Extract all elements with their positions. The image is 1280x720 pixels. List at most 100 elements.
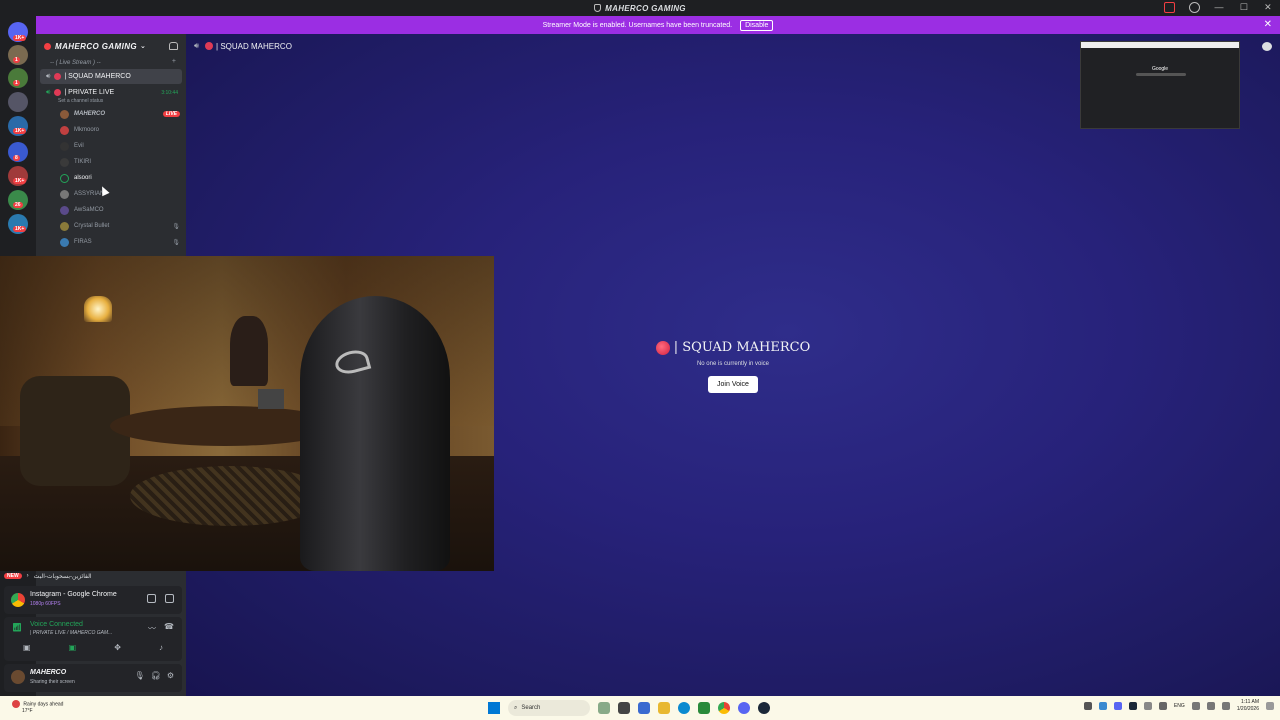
stream-quality: 1080p 60FPS [30, 601, 61, 607]
add-user-icon[interactable] [169, 42, 178, 50]
volume-icon[interactable] [1206, 702, 1215, 710]
person [230, 316, 268, 386]
system-tray: ENG 1:11 AM 1/20/2026 [1083, 699, 1274, 713]
avatar [60, 221, 69, 231]
category-header[interactable]: -- ( Live Stream ) -- + [36, 58, 186, 68]
microphone-icon[interactable]: 🎙︎ [135, 671, 145, 680]
titlebar-icons [1164, 2, 1200, 13]
steam-icon[interactable] [758, 702, 770, 714]
soundboard-icon[interactable]: ♪ [159, 643, 163, 652]
noise-suppression-icon[interactable]: 〰 [148, 623, 156, 634]
activities-icon[interactable]: ✥ [114, 643, 121, 652]
weather-widget[interactable]: Rainy days ahead 17°F [12, 700, 63, 715]
voice-user[interactable]: TIKIRI [36, 154, 186, 170]
discord-window: MAHERCO GAMING — ☐ ✕ 1K+ 1 1 1K+ 8 1K+ 2… [0, 0, 1280, 720]
channel-dot-icon [54, 89, 62, 96]
avatar [60, 157, 69, 167]
rail-badge: 1K+ [13, 35, 27, 41]
screen-share-icon[interactable]: ▣ [69, 643, 77, 652]
minimize-button[interactable]: — [1214, 2, 1223, 13]
wifi-icon[interactable] [1191, 702, 1200, 710]
voice-user[interactable]: AwSaMCO [36, 202, 186, 218]
taskbar-search[interactable]: ⌕ Search [508, 700, 590, 716]
tray-icon[interactable] [1143, 702, 1152, 710]
windows-start-icon[interactable] [488, 702, 500, 714]
new-channel-row[interactable]: NEW › الفائزين-بسحوبات-البث [0, 570, 186, 582]
new-channel-label: الفائزين-بسحوبات-البث [33, 573, 92, 580]
lamp [84, 296, 112, 322]
webcam-overlay [0, 256, 494, 571]
search-icon: ⌕ [514, 704, 518, 711]
avatar [60, 109, 69, 119]
notifications-icon[interactable] [1266, 702, 1274, 710]
language-indicator[interactable]: ENG [1174, 703, 1185, 709]
gear-icon[interactable]: ⚙ [167, 671, 174, 680]
voice-user[interactable]: ASSYRIAN [36, 186, 186, 202]
tray-icon[interactable] [1083, 702, 1092, 710]
server-name: MAHERCO GAMING [55, 41, 138, 51]
weather-icon [12, 700, 20, 708]
rail-badge: 1K+ [13, 178, 27, 184]
muted-icon: 🎙︎ [172, 239, 180, 246]
headphones-icon[interactable]: 🎧︎ [151, 671, 161, 680]
task-view-icon[interactable] [598, 702, 610, 714]
channel-private-live[interactable]: 🔊︎ | PRIVATE LIVE 3:10:44 [40, 85, 182, 100]
server-icon[interactable] [8, 92, 28, 112]
disconnect-icon[interactable]: ☎ [164, 622, 174, 631]
app-icon[interactable] [638, 702, 650, 714]
voice-user[interactable]: Evil [36, 138, 186, 154]
close-icon[interactable]: ✕ [1264, 19, 1272, 30]
server-shield-icon [594, 4, 602, 12]
channel-header: 🔊︎ | SQUAD MAHERCO [186, 34, 292, 58]
inbox-icon[interactable] [1164, 2, 1175, 13]
taskbar-clock[interactable]: 1:11 AM 1/20/2026 [1237, 699, 1259, 713]
close-window-button[interactable]: ✕ [1264, 2, 1272, 13]
avatar [60, 125, 69, 135]
voice-user[interactable]: Crystal Bullet 🎙︎ [36, 218, 186, 234]
user-status: Sharing their screen [30, 679, 75, 685]
voice-user[interactable]: Mkmooro [36, 122, 186, 138]
stop-stream-icon[interactable] [147, 594, 156, 603]
channel-dot-icon [205, 42, 214, 50]
maximize-button[interactable]: ☐ [1240, 2, 1248, 13]
user-panel: MAHERCO Sharing their screen 🎙︎ 🎧︎ ⚙ [4, 664, 182, 692]
new-badge: NEW [4, 573, 22, 579]
store-icon[interactable] [698, 702, 710, 714]
help-icon[interactable] [1189, 2, 1200, 13]
screen-preview[interactable]: Google [1080, 41, 1240, 129]
edge-icon[interactable] [678, 702, 690, 714]
stream-panel: Instagram - Google Chrome 1080p 60FPS [4, 586, 182, 614]
empty-voice-text: No one is currently in voice [696, 361, 770, 367]
file-explorer-icon[interactable] [658, 702, 670, 714]
add-channel-icon[interactable]: + [172, 58, 176, 65]
discord-icon[interactable] [738, 702, 750, 714]
voice-connection-panel: 📶︎ Voice Connected | PRIVATE LIVE / MAHE… [4, 617, 182, 661]
tray-icon[interactable] [1128, 702, 1137, 710]
channel-squad-maherco[interactable]: 🔊︎ | SQUAD MAHERCO [40, 69, 182, 84]
speaker-icon: 🔊︎ [46, 72, 51, 80]
channel-label: | SQUAD MAHERCO [64, 73, 131, 80]
tray-icon[interactable] [1158, 702, 1167, 710]
terminal-icon[interactable] [618, 702, 630, 714]
user-controls: 🎙︎ 🎧︎ ⚙ [135, 671, 174, 680]
stream-settings-icon[interactable] [165, 594, 174, 603]
battery-icon[interactable] [1221, 702, 1230, 710]
voice-channel-path[interactable]: | PRIVATE LIVE / MAHERCO GAM... [30, 630, 112, 636]
avatar[interactable] [11, 670, 25, 684]
join-voice-button[interactable]: Join Voice [708, 376, 758, 393]
camera-icon[interactable]: ▣ [23, 643, 31, 652]
voice-user[interactable]: FIRAS 🎙︎ [36, 234, 186, 250]
voice-connected-status[interactable]: Voice Connected [30, 621, 83, 628]
rail-badge: 8 [13, 155, 20, 161]
voice-user[interactable]: MAHERCO LIVE [36, 106, 186, 122]
chrome-icon[interactable] [718, 702, 730, 714]
gaming-chair [300, 296, 450, 571]
tray-icon[interactable] [1098, 702, 1107, 710]
disable-streamer-mode-button[interactable]: Disable [740, 19, 774, 31]
avatar [60, 205, 69, 215]
empty-voice-panel: | SQUAD MAHERCO No one is currently in v… [616, 340, 850, 393]
chat-icon[interactable] [1262, 42, 1272, 51]
server-header[interactable]: MAHERCO GAMING ⌄ [36, 34, 186, 58]
voice-user[interactable]: alsoori [36, 170, 186, 186]
tray-icon[interactable] [1113, 702, 1122, 710]
